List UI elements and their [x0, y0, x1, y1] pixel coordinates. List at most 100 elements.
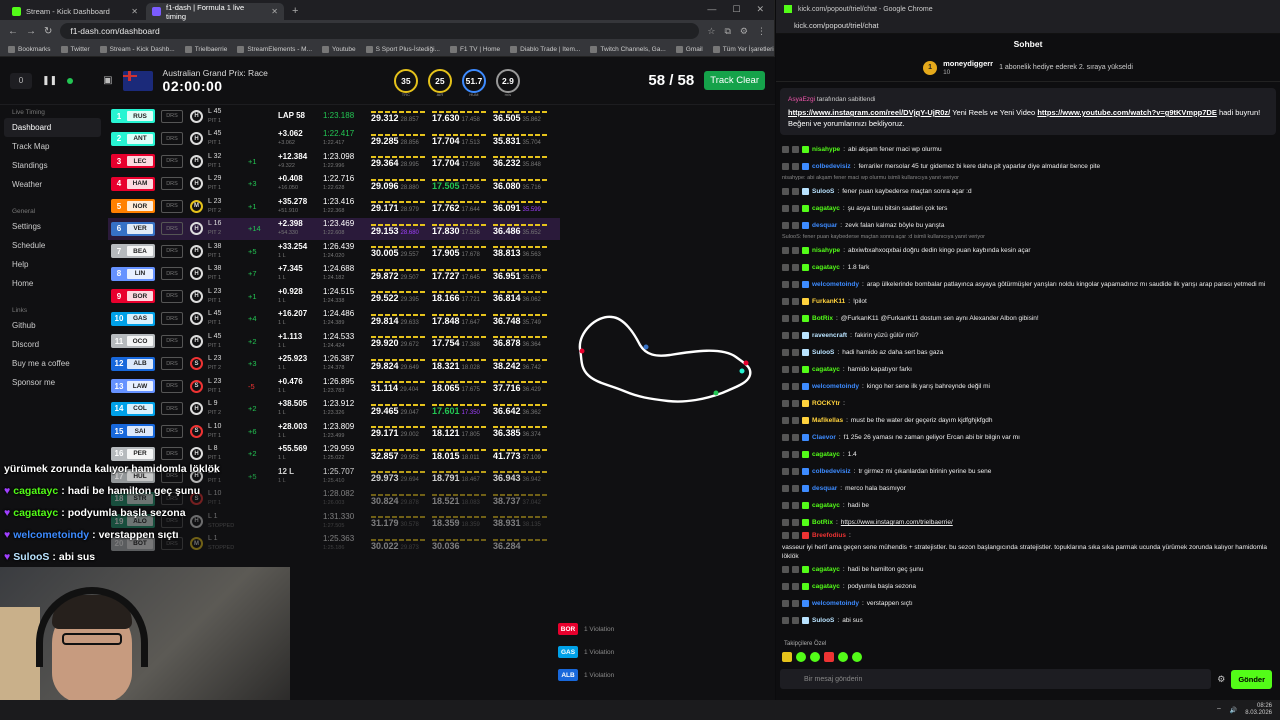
- reload-icon[interactable]: ↻: [44, 26, 52, 37]
- chat-input[interactable]: Bir mesaj gönderin: [780, 669, 1212, 689]
- star-icon[interactable]: ☆: [707, 26, 715, 37]
- chat-username[interactable]: cagatayc: [812, 204, 840, 213]
- driver-row[interactable]: 14 COL DRS H L 9 PIT 2 +2 +38.505 1 L 1:23.912 1:2…: [108, 398, 560, 421]
- bookmark-item[interactable]: Bookmarks: [8, 45, 51, 53]
- wifi-icon[interactable]: ⌔: [1216, 706, 1222, 714]
- driver-row[interactable]: 1 RUS DRS H L 45 PIT 1 LAP 58 1:23.188 29.312 28.…: [108, 105, 560, 128]
- emote-icon[interactable]: [852, 652, 862, 662]
- emote-icon[interactable]: [782, 652, 792, 662]
- sidebar-item-home[interactable]: Home: [0, 274, 105, 293]
- menu-icon[interactable]: ⋮: [757, 26, 766, 37]
- chat-username[interactable]: welcometoindy: [812, 382, 859, 391]
- chat-username[interactable]: BotRix: [812, 314, 833, 323]
- bookmark-item[interactable]: Twitch Channels, Ga...: [590, 45, 666, 53]
- driver-row[interactable]: 13 LAW DRS S L 23 PIT 1 -5 +0.476 1 L 1:26.895 1:2…: [108, 375, 560, 398]
- sidebar-item-github[interactable]: Github: [0, 316, 105, 335]
- chat-username[interactable]: cagatayc: [812, 501, 840, 510]
- volume-icon[interactable]: 🔊: [1230, 707, 1237, 714]
- bookmark-item[interactable]: Twitter: [60, 45, 90, 53]
- bookmark-item[interactable]: Stream - Kick Dashb...: [99, 45, 175, 53]
- emote-icon[interactable]: [810, 652, 820, 662]
- chat-username[interactable]: SulooS: [812, 187, 834, 196]
- pinned-link-instagram[interactable]: https://www.instagram.com/reel/DVjqY-UjR…: [788, 108, 950, 117]
- chat-username[interactable]: SulooS: [812, 348, 834, 357]
- bookmark-item[interactable]: F1 TV | Home: [449, 45, 500, 53]
- chat-username[interactable]: BotRix: [812, 518, 833, 527]
- chat-username[interactable]: nisahype: [812, 246, 840, 255]
- bookmark-label: Gmail: [685, 45, 703, 53]
- pinned-link-youtube[interactable]: https://www.youtube.com/watch?v=g9tKVmpp…: [1037, 108, 1217, 117]
- maximize-icon[interactable]: ☐: [732, 4, 740, 15]
- puzzle-icon[interactable]: ⚙: [740, 26, 748, 37]
- emote-icon[interactable]: [824, 652, 834, 662]
- driver-row[interactable]: 3 LEC DRS H L 32 PIT 1 +1 +12.384 +9.322 1:23.098…: [108, 150, 560, 173]
- chat-username[interactable]: desquar: [812, 484, 837, 493]
- bookmark-item[interactable]: Tüm Yer İşaretleri: [712, 45, 774, 53]
- chat-username[interactable]: desquar: [812, 221, 837, 230]
- address-input[interactable]: f1-dash.com/dashboard: [60, 23, 700, 39]
- record-counter[interactable]: 0: [10, 72, 32, 89]
- chat-username[interactable]: nisahype: [812, 145, 840, 154]
- bookmark-item[interactable]: Youtube: [322, 45, 356, 53]
- sidebar-item-buy-me-a-coffee[interactable]: Buy me a coffee: [0, 354, 105, 373]
- driver-row[interactable]: 15 SAI DRS S L 10 PIT 1 +6 +28.003 1 L 1:23.809 1:…: [108, 420, 560, 443]
- chat-username[interactable]: FurkanK11: [812, 297, 845, 306]
- emote-icon[interactable]: [796, 652, 806, 662]
- chat-username[interactable]: welcometoindy: [812, 280, 859, 289]
- send-button[interactable]: Gönder: [1231, 669, 1272, 689]
- chat-username[interactable]: Mafikellas: [812, 416, 843, 425]
- extension-icon[interactable]: ⧉: [724, 26, 730, 37]
- sidebar-item-schedule[interactable]: Schedule: [0, 236, 105, 255]
- close-icon[interactable]: ✕: [271, 7, 278, 16]
- sidebar-item-discord[interactable]: Discord: [0, 335, 105, 354]
- chat-username[interactable]: Claevor: [812, 433, 836, 442]
- sidebar-toggle-icon[interactable]: ▣: [103, 75, 112, 86]
- sidebar-item-dashboard[interactable]: Dashboard: [4, 118, 101, 137]
- driver-row[interactable]: 12 ALB DRS S L 23 PIT 2 +3 +25.923 1 L 1:26.387 1:…: [108, 353, 560, 376]
- driver-row[interactable]: 8 LIN DRS H L 38 PIT 1 +7 +7.345 1 L 1:24.688 1:24…: [108, 263, 560, 286]
- driver-row[interactable]: 10 GAS DRS H L 45 PIT 1 +4 +16.207 1 L 1:24.486 1:…: [108, 308, 560, 331]
- new-tab-icon[interactable]: +: [286, 5, 304, 20]
- settings-icon[interactable]: ⚙: [1217, 674, 1225, 685]
- close-window-icon[interactable]: ✕: [756, 4, 764, 15]
- chat-username[interactable]: cagatayc: [812, 582, 840, 591]
- drs-indicator: DRS: [161, 334, 183, 348]
- emote-icon[interactable]: [838, 652, 848, 662]
- bookmark-item[interactable]: StreamElements - M...: [237, 45, 312, 53]
- minimize-icon[interactable]: —: [707, 4, 716, 15]
- close-icon[interactable]: ✕: [131, 7, 138, 16]
- pause-icon[interactable]: ❚❚: [42, 75, 57, 86]
- chat-username[interactable]: cagatayc: [812, 565, 840, 574]
- bookmark-item[interactable]: Trielbaerrie: [184, 45, 227, 53]
- chat-username[interactable]: colbedevisiz: [812, 162, 851, 171]
- chat-username[interactable]: ROCKYtr: [812, 399, 840, 408]
- chat-username[interactable]: SulooS: [812, 616, 834, 625]
- chat-username[interactable]: cagatayc: [812, 450, 840, 459]
- sidebar-item-weather[interactable]: Weather: [0, 175, 105, 194]
- driver-row[interactable]: 2 ANT DRS H L 45 PIT 1 +3.062 +3.062 1:22.417 1:2…: [108, 128, 560, 151]
- driver-row[interactable]: 11 OCO DRS H L 45 PIT 1 +2 +1.113 1 L 1:24.533 1:2…: [108, 330, 560, 353]
- bookmark-item[interactable]: Diablo Trade | Item...: [510, 45, 580, 53]
- sidebar-item-standings[interactable]: Standings: [0, 156, 105, 175]
- chat-username[interactable]: colbedevisiz: [812, 467, 851, 476]
- sidebar-item-settings[interactable]: Settings: [0, 217, 105, 236]
- tab-kick-dashboard[interactable]: Stream - Kick Dashboard ✕: [6, 3, 144, 20]
- bookmark-item[interactable]: S Sport Plus-İstediği...: [365, 45, 440, 53]
- chat-username[interactable]: welcometoindy: [812, 599, 859, 608]
- driver-row[interactable]: 5 NOR DRS M L 23 PIT 2 +1 +35.278 +51.910 1:23.41…: [108, 195, 560, 218]
- chat-username[interactable]: raveencraft: [812, 331, 847, 340]
- driver-row[interactable]: 9 BOR DRS H L 23 PIT 1 +1 +0.928 1 L 1:24.515 1:24…: [108, 285, 560, 308]
- driver-row[interactable]: 7 BEA DRS H L 38 PIT 1 +5 +33.254 1 L 1:26.439 1:2…: [108, 240, 560, 263]
- chat-username[interactable]: cagatayc: [812, 263, 840, 272]
- driver-row[interactable]: 4 HAM DRS H L 29 PIT 1 +3 +0.408 +16.050 1:22.716…: [108, 173, 560, 196]
- sidebar-item-track-map[interactable]: Track Map: [0, 137, 105, 156]
- sidebar-item-help[interactable]: Help: [0, 255, 105, 274]
- sidebar-item-sponsor-me[interactable]: Sponsor me: [0, 373, 105, 392]
- chat-username[interactable]: Breefodius: [812, 531, 846, 540]
- tab-f1-dash[interactable]: f1-dash | Formula 1 live timing ✕: [146, 3, 284, 21]
- chat-username[interactable]: cagatayc: [812, 365, 840, 374]
- forward-icon[interactable]: →: [26, 26, 36, 37]
- back-icon[interactable]: ←: [8, 26, 18, 37]
- bookmark-item[interactable]: Gmail: [675, 45, 703, 53]
- driver-row[interactable]: 6 VER DRS H L 16 PIT 2 +14 +2.398 +54.330 1:23.46…: [108, 217, 560, 240]
